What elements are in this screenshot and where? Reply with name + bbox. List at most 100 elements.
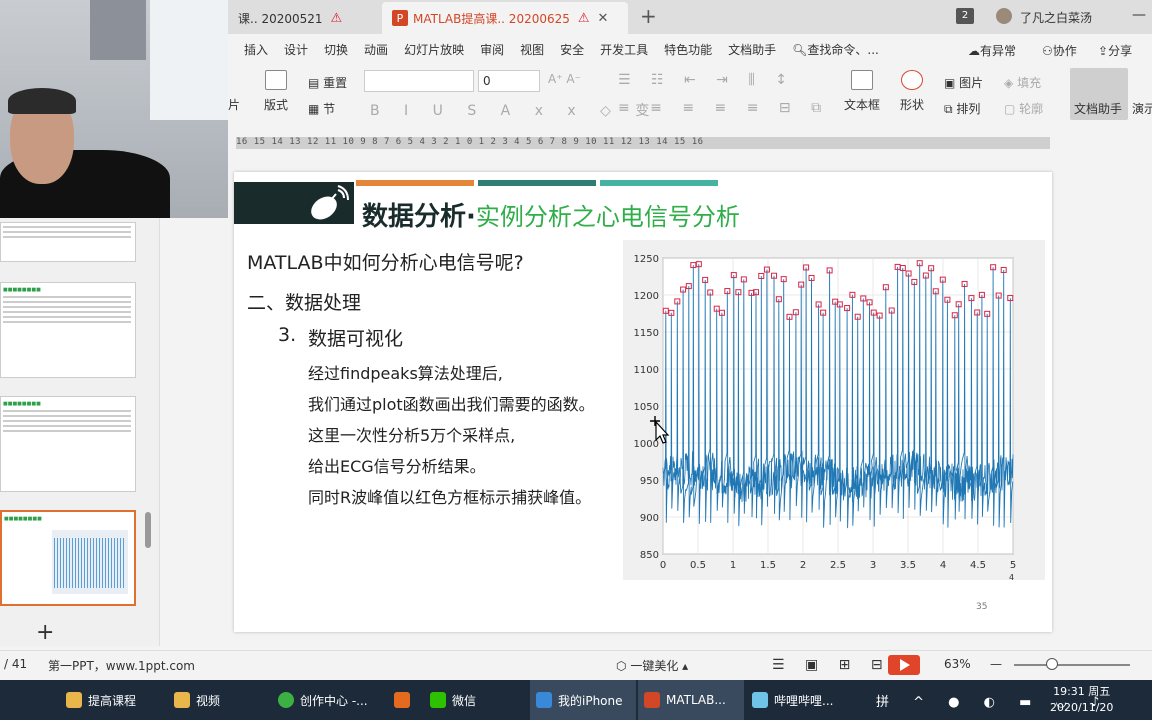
arrange-icon: ⧉ bbox=[944, 102, 953, 116]
font-family-select[interactable] bbox=[364, 70, 474, 92]
matlab-icon bbox=[394, 692, 410, 708]
horizontal-ruler[interactable]: 16 15 14 13 12 11 10 9 8 7 6 5 4 3 2 1 0… bbox=[236, 137, 1050, 149]
accent-bar-light-teal bbox=[600, 180, 718, 186]
section-icon: ▦ bbox=[308, 102, 320, 116]
list-format-icons[interactable]: ☰ ☷ ⇤ ⇥ ⫼ ↕ bbox=[618, 72, 795, 88]
new-slide-button[interactable]: 片 bbox=[228, 96, 240, 113]
body-line: 这里一次性分析5万个采样点, bbox=[308, 426, 516, 445]
x-tick-label: 1.5 bbox=[760, 560, 776, 571]
subsection-number: 3. bbox=[278, 324, 297, 346]
clock[interactable]: 19:31 周五 2020/11/20 bbox=[1050, 684, 1113, 716]
menu-features[interactable]: 特色功能 bbox=[664, 41, 712, 58]
taskbar-folder-video[interactable]: 视频 bbox=[168, 680, 268, 720]
y-tick-label: 950 bbox=[640, 476, 659, 487]
taskbar-folder-courses[interactable]: 提高课程 bbox=[60, 680, 164, 720]
zoom-level[interactable]: 63% bbox=[944, 657, 971, 671]
presentation-file-icon: P bbox=[392, 10, 408, 26]
fill-button[interactable]: ◈ 填充 bbox=[1004, 74, 1041, 91]
windows-taskbar: 提高课程 视频 创作中心 -... 微信 我的iPhone MATLAB... … bbox=[0, 680, 1152, 720]
slide-thumbnail[interactable] bbox=[0, 222, 136, 262]
warning-icon: ⚠ bbox=[577, 10, 590, 26]
reset-button[interactable]: ▤ 重置 bbox=[308, 74, 347, 91]
collaborate-button[interactable]: ⚇协作 bbox=[1042, 42, 1077, 59]
taskbar-browser[interactable]: 创作中心 -... bbox=[272, 680, 382, 720]
menu-doc-assistant[interactable]: 文档助手 bbox=[728, 41, 776, 58]
zoom-out-icon[interactable]: — bbox=[990, 657, 1002, 671]
reset-icon: ▤ bbox=[308, 76, 320, 90]
menu-review[interactable]: 审阅 bbox=[480, 41, 504, 58]
zoom-slider-track[interactable] bbox=[1014, 664, 1130, 666]
add-slide-plus-icon[interactable]: + bbox=[36, 620, 54, 645]
status-bar: / 41 第一PPT，www.1ppt.com ⬡ 一键美化 ▴ ☰ ▣ ⊞ ⊟… bbox=[0, 650, 1152, 678]
user-avatar[interactable] bbox=[996, 8, 1012, 24]
layout-button[interactable]: 版式 bbox=[264, 70, 288, 113]
accent-bar-teal bbox=[478, 180, 596, 186]
menu-view[interactable]: 视图 bbox=[520, 41, 544, 58]
user-name[interactable]: 了凡之白菜汤 bbox=[1020, 9, 1092, 26]
font-size-select[interactable]: 0 bbox=[478, 70, 540, 92]
cloud-icon: ☁ bbox=[968, 44, 980, 58]
menu-design[interactable]: 设计 bbox=[284, 41, 308, 58]
ecg-chart-figure: 850 900 950 1000 1050 1100 1150 1200 1250 0 0.5 1 1.… bbox=[623, 240, 1045, 582]
x-tick-label: 2.5 bbox=[830, 560, 846, 571]
cloud-status-button[interactable]: ☁有异常 bbox=[968, 42, 1016, 59]
section-button[interactable]: ▦ 节 bbox=[308, 100, 335, 117]
outline-button[interactable]: ▢ 轮廓 bbox=[1004, 100, 1043, 117]
arrange-button[interactable]: ⧉ 排列 bbox=[944, 100, 980, 117]
minimize-icon[interactable]: — bbox=[1132, 7, 1146, 23]
share-button[interactable]: ⇪分享 bbox=[1098, 42, 1132, 59]
slide-thumbnail[interactable]: ■■■■■■■■ bbox=[0, 396, 136, 492]
webcam-overlay bbox=[0, 0, 228, 218]
taskbar-wps-matlab[interactable]: MATLAB... bbox=[638, 680, 744, 720]
y-tick-label: 1250 bbox=[634, 254, 659, 265]
view-mode-icons[interactable]: ☰ ▣ ⊞ ⊟ bbox=[772, 657, 891, 673]
command-search[interactable]: 🔍︎查找命令、... bbox=[792, 41, 879, 58]
y-tick-label: 1100 bbox=[634, 365, 659, 376]
taskbar-matlab-app[interactable] bbox=[384, 680, 424, 720]
person-icon: ⚇ bbox=[1042, 44, 1053, 58]
font-style-buttons[interactable]: B I U S A x x ◇ 变 bbox=[370, 100, 659, 120]
window-count-badge[interactable]: 2 bbox=[956, 8, 974, 24]
tab-label: 课.. 20200521 bbox=[238, 11, 323, 26]
picture-button[interactable]: ▣ 图片 bbox=[944, 74, 983, 91]
thumbnail-scrollbar[interactable] bbox=[145, 512, 151, 548]
x-tick-label: 4.5 bbox=[970, 560, 986, 571]
tab-previous-document[interactable]: 课.. 20200521 ⚠ bbox=[228, 2, 378, 34]
menu-animation[interactable]: 动画 bbox=[364, 41, 388, 58]
taskbar-iphone[interactable]: 我的iPhone bbox=[530, 680, 636, 720]
new-tab-plus-icon[interactable]: + bbox=[640, 4, 657, 28]
beautify-button[interactable]: ⬡ 一键美化 ▴ bbox=[616, 657, 688, 674]
taskbar-bilibili[interactable]: 哔哩哔哩... bbox=[746, 680, 856, 720]
menu-security[interactable]: 安全 bbox=[560, 41, 584, 58]
font-grow-icon[interactable]: A⁺ A⁻ bbox=[548, 72, 581, 86]
browser-icon bbox=[278, 692, 294, 708]
phone-icon bbox=[536, 692, 552, 708]
menu-transition[interactable]: 切换 bbox=[324, 41, 348, 58]
zoom-slider-knob[interactable] bbox=[1046, 658, 1058, 670]
menu-slideshow[interactable]: 幻灯片放映 bbox=[404, 41, 464, 58]
body-line: 我们通过plot函数画出我们需要的函数。 bbox=[308, 395, 595, 414]
present-button[interactable]: 演示 bbox=[1132, 100, 1152, 117]
paragraph-align-icons[interactable]: ≡ ≡ ≡ ≡ ≡ ⊟ ⧉ bbox=[618, 100, 829, 116]
page-indicator[interactable]: / 41 bbox=[4, 657, 27, 671]
slide-title: 数据分析·实例分析之心电信号分析 bbox=[362, 202, 740, 232]
x-tick-label: 1 bbox=[730, 560, 736, 571]
cube-icon: ⬡ bbox=[616, 659, 627, 673]
slide-thumbnail[interactable]: ■■■■■■■■ bbox=[0, 282, 136, 378]
slide-thumbnail-selected[interactable]: ■■■■■■■■ bbox=[0, 510, 136, 606]
close-tab-icon[interactable]: ✕ bbox=[598, 11, 609, 26]
tab-current-document[interactable]: P MATLAB提高课.. 20200625 ⚠ ✕ bbox=[382, 2, 628, 34]
textbox-button[interactable]: 文本框 bbox=[844, 70, 880, 113]
x-tick-label: 0.5 bbox=[690, 560, 706, 571]
layout-icon bbox=[265, 70, 287, 90]
y-tick-label: 850 bbox=[640, 550, 659, 561]
menu-developer[interactable]: 开发工具 bbox=[600, 41, 648, 58]
x-exponent-label: 4 bbox=[1009, 573, 1014, 580]
taskbar-wechat[interactable]: 微信 bbox=[424, 680, 528, 720]
menu-insert[interactable]: 插入 bbox=[244, 41, 268, 58]
shape-button[interactable]: 形状 bbox=[900, 70, 924, 113]
play-slideshow-button[interactable] bbox=[888, 655, 920, 675]
folder-icon bbox=[66, 692, 82, 708]
doc-assistant-button[interactable]: 文档助手 bbox=[1070, 68, 1128, 120]
x-tick-label: 3.5 bbox=[900, 560, 916, 571]
